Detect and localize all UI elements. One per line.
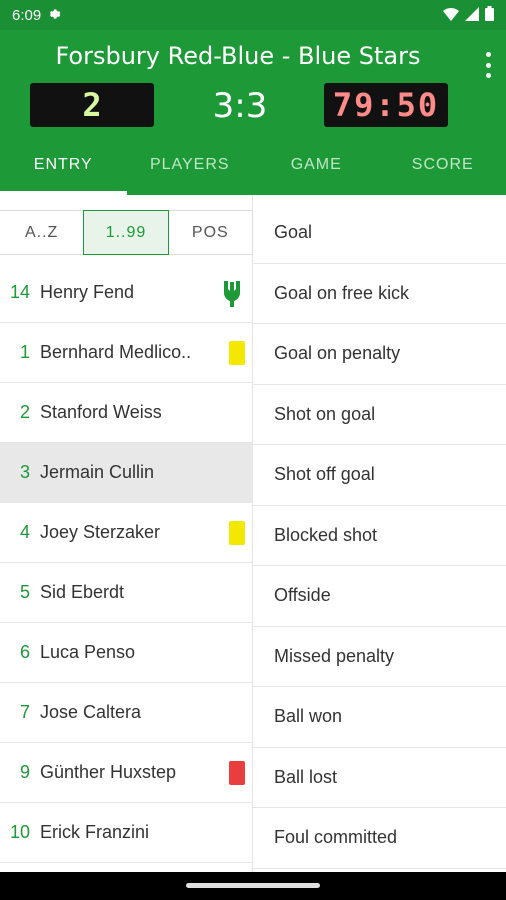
score-display: 3:3	[212, 86, 268, 126]
action-missed-penalty[interactable]: Missed penalty	[253, 627, 506, 687]
wifi-icon	[443, 6, 459, 25]
player-number: 3	[19, 462, 30, 482]
player-row[interactable]: 5 Sid Eberdt	[0, 563, 253, 623]
player-name: Joey Sterzaker	[40, 522, 161, 542]
clock-display[interactable]: 79:50	[324, 83, 448, 127]
action-shot-on-goal[interactable]: Shot on goal	[253, 385, 506, 445]
tab-game[interactable]: GAME	[253, 145, 380, 195]
player-row[interactable]: 4 Joey Sterzaker	[0, 503, 253, 563]
player-row[interactable]: 14 Henry Fend	[0, 263, 253, 323]
player-number: 9	[19, 762, 30, 782]
action-blocked-shot[interactable]: Blocked shot	[253, 506, 506, 566]
player-row[interactable]: 1 Bernhard Medlico..	[0, 323, 253, 383]
player-name: Luca Penso	[40, 642, 136, 662]
player-number: 2	[19, 402, 30, 422]
player-row[interactable]: 9 Günther Huxstep	[0, 743, 253, 803]
red-card-icon	[229, 761, 245, 785]
sort-number-button[interactable]: 1..99	[83, 210, 169, 255]
player-number: 6	[19, 642, 30, 662]
player-number: 7	[19, 702, 30, 722]
overflow-menu-icon[interactable]	[484, 52, 492, 78]
player-number: 4	[19, 522, 30, 542]
action-list: Goal Goal on free kick Goal on penalty S…	[253, 203, 506, 869]
action-ball-won[interactable]: Ball won	[253, 687, 506, 748]
player-name: Sid Eberdt	[40, 582, 125, 602]
match-title: Forsbury Red-Blue - Blue Stars	[55, 42, 421, 70]
sort-position-button[interactable]: POS	[167, 210, 253, 255]
player-name: Henry Fend	[40, 282, 135, 302]
action-foul-committed[interactable]: Foul committed	[253, 808, 506, 869]
battery-icon	[485, 5, 494, 25]
action-goal-free-kick[interactable]: Goal on free kick	[253, 264, 506, 324]
action-offside[interactable]: Offside	[253, 566, 506, 627]
action-goal[interactable]: Goal	[253, 203, 506, 264]
tab-entry[interactable]: ENTRY	[0, 145, 127, 195]
status-bar: 6:09	[0, 0, 506, 30]
tab-bar: ENTRY PLAYERS GAME SCORE	[0, 145, 506, 195]
player-row[interactable]: 2 Stanford Weiss	[0, 383, 253, 443]
player-name: Erick Franzini	[40, 822, 150, 842]
player-name: Bernhard Medlico..	[40, 342, 192, 362]
player-panel: A..Z 1..99 POS 14 Henry Fend 1 Bernhard …	[0, 195, 253, 872]
tab-score[interactable]: SCORE	[380, 145, 506, 195]
tab-players[interactable]: PLAYERS	[127, 145, 254, 195]
player-row-selected[interactable]: 3 Jermain Cullin	[0, 443, 253, 503]
player-name: Stanford Weiss	[40, 402, 162, 422]
player-list: 14 Henry Fend 1 Bernhard Medlico.. 2 Sta…	[0, 263, 253, 863]
player-number: 14	[9, 282, 30, 302]
home-gesture-handle[interactable]	[186, 883, 320, 888]
goalkeeper-icon	[224, 281, 240, 307]
sort-toggle: A..Z 1..99 POS	[0, 210, 253, 255]
player-row[interactable]: 7 Jose Caltera	[0, 683, 253, 743]
status-time: 6:09	[12, 6, 42, 24]
player-row[interactable]: 10 Erick Franzini	[0, 803, 253, 863]
player-name: Günther Huxstep	[40, 762, 177, 782]
player-name: Jose Caltera	[40, 702, 142, 722]
action-ball-lost[interactable]: Ball lost	[253, 748, 506, 808]
yellow-card-icon	[229, 521, 245, 545]
action-shot-off-goal[interactable]: Shot off goal	[253, 445, 506, 506]
player-name: Jermain Cullin	[40, 462, 155, 482]
player-number: 10	[9, 822, 30, 842]
player-number: 1	[19, 342, 30, 362]
entry-content: A..Z 1..99 POS 14 Henry Fend 1 Bernhard …	[0, 195, 506, 872]
sort-alpha-button[interactable]: A..Z	[0, 210, 85, 255]
action-goal-penalty[interactable]: Goal on penalty	[253, 324, 506, 385]
gear-icon	[47, 6, 61, 25]
player-number: 5	[19, 582, 30, 602]
yellow-card-icon	[229, 341, 245, 365]
system-nav-bar	[0, 872, 506, 900]
signal-icon	[465, 6, 479, 25]
period-display[interactable]: 2	[30, 83, 154, 127]
app-bar: Forsbury Red-Blue - Blue Stars 2 3:3 79:…	[0, 30, 506, 195]
player-row[interactable]: 6 Luca Penso	[0, 623, 253, 683]
